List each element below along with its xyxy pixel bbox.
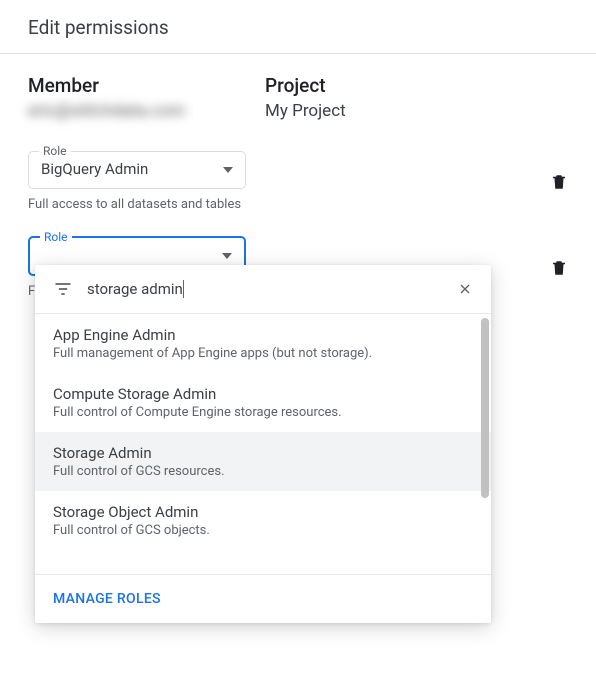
chevron-down-icon: [222, 253, 232, 259]
option-title: Compute Storage Admin: [53, 385, 473, 403]
manage-roles-button[interactable]: MANAGE ROLES: [35, 574, 491, 623]
delete-icon[interactable]: [550, 258, 568, 278]
option-desc: Full management of App Engine apps (but …: [53, 346, 473, 361]
scrollbar-thumb[interactable]: [481, 318, 489, 498]
project-column: Project My Project: [265, 74, 346, 121]
delete-icon[interactable]: [550, 172, 568, 192]
option-title: App Engine Admin: [53, 326, 473, 344]
option-desc: Full control of GCS resources.: [53, 464, 473, 479]
option-desc: Full control of GCS objects.: [53, 523, 473, 538]
filter-icon: [53, 279, 73, 299]
option-title: Storage Admin: [53, 444, 473, 462]
role-option[interactable]: Compute Storage Admin Full control of Co…: [35, 373, 491, 432]
option-desc: Full control of Compute Engine storage r…: [53, 405, 473, 420]
panel-search-bar: storage admin: [35, 265, 491, 314]
role-option[interactable]: App Engine Admin Full management of App …: [35, 314, 491, 373]
member-column: Member eric@stitchdata.com: [28, 74, 185, 121]
scrollbar-track: [481, 318, 489, 570]
role-hint-1: Full access to all datasets and tables: [28, 197, 246, 212]
dialog-title: Edit permissions: [28, 16, 169, 39]
member-value: eric@stitchdata.com: [28, 101, 185, 121]
project-value: My Project: [265, 101, 346, 121]
info-row: Member eric@stitchdata.com Project My Pr…: [28, 74, 568, 121]
role-float-label: Role: [39, 144, 71, 158]
role-options-list: App Engine Admin Full management of App …: [35, 314, 491, 574]
role-value-2: [41, 245, 45, 263]
close-icon[interactable]: [457, 281, 473, 297]
member-label: Member: [28, 74, 185, 97]
role-select-1[interactable]: Role BigQuery Admin: [28, 151, 246, 189]
role-option[interactable]: Storage Admin Full control of GCS resour…: [35, 432, 491, 491]
role-float-label: Role: [40, 230, 72, 244]
search-text: storage admin: [87, 280, 183, 298]
role-row-1: Role BigQuery Admin Full access to all d…: [28, 151, 568, 212]
text-caret: [183, 280, 184, 298]
chevron-down-icon: [223, 167, 233, 173]
option-title: Storage Object Admin: [53, 503, 473, 521]
project-label: Project: [265, 74, 346, 97]
role-option[interactable]: [35, 550, 491, 574]
role-search-panel: storage admin App Engine Admin Full mana…: [35, 265, 491, 623]
role-value-1: BigQuery Admin: [41, 160, 148, 178]
role-option[interactable]: Storage Object Admin Full control of GCS…: [35, 491, 491, 550]
role-search-input[interactable]: storage admin: [87, 280, 443, 298]
dialog-header: Edit permissions: [0, 0, 596, 54]
